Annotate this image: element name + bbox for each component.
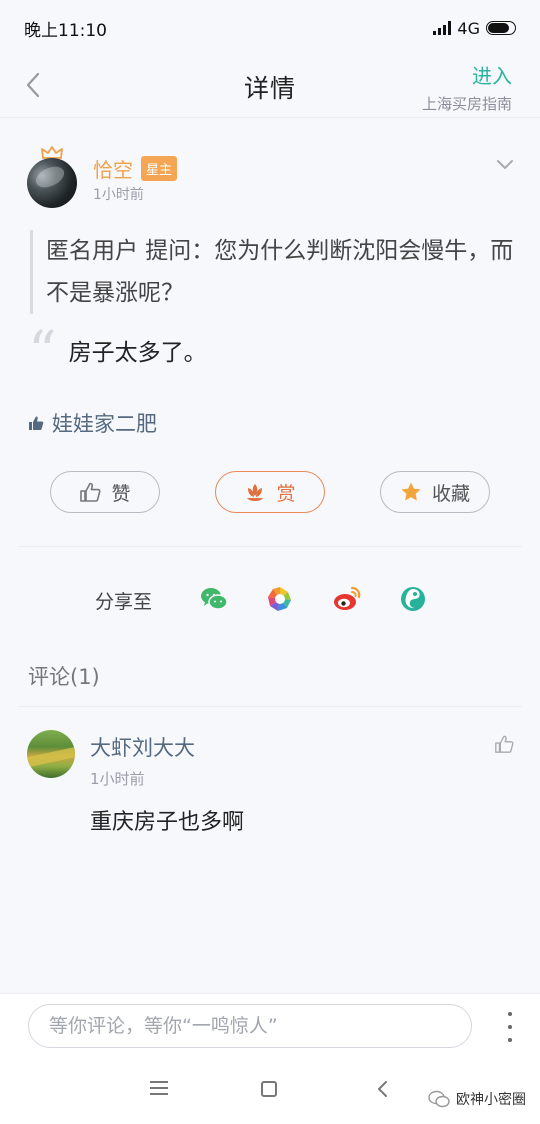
back-button[interactable] (18, 68, 48, 102)
home-icon[interactable] (261, 1081, 277, 1097)
moments-icon (268, 587, 291, 611)
favorite-button[interactable]: 收藏 (380, 471, 490, 513)
like-button[interactable]: 赞 (50, 471, 160, 513)
comment-text: 重庆房子也多啊 (90, 810, 245, 835)
wechat-icon (201, 588, 228, 610)
share-label: 分享至 (95, 591, 153, 613)
watermark-text: 欧神小密圈 (456, 1092, 526, 1108)
liker-row: 娃娃家二肥 (28, 408, 157, 438)
post-avatar-wrap[interactable] (27, 146, 77, 210)
comment-username[interactable]: 大虾刘大大 (90, 732, 195, 762)
liker-name[interactable]: 娃娃家二肥 (52, 408, 157, 438)
star-owner-badge: 星主 (141, 156, 178, 181)
quote-icon: “ (28, 320, 57, 385)
weibo-icon (334, 586, 361, 610)
reward-button-label: 赏 (276, 483, 296, 505)
enter-link[interactable]: 进入 (422, 60, 512, 89)
battery-icon (486, 21, 516, 35)
qzone-share-button[interactable] (398, 584, 428, 614)
avatar[interactable] (27, 158, 77, 208)
share-row: 分享至 (0, 580, 540, 620)
status-indicators: 4G (433, 19, 516, 38)
favorite-button-label: 收藏 (431, 483, 470, 505)
comment-input-bar (0, 993, 540, 1059)
page-title: 详情 (243, 73, 296, 103)
divider (18, 706, 522, 707)
like-button-label: 赞 (111, 483, 131, 505)
channel-name[interactable]: 上海买房指南 (422, 93, 512, 114)
menu-icon[interactable] (150, 1081, 168, 1095)
star-icon (401, 482, 421, 501)
share-circle-icon (401, 587, 425, 611)
comment-time: 1小时前 (90, 770, 145, 788)
wechat-watermark-icon (428, 1090, 450, 1108)
thumbs-up-icon (80, 482, 101, 502)
signal-icon (433, 21, 452, 35)
network-type: 4G (457, 18, 480, 38)
post-time: 1小时前 (93, 187, 144, 203)
answer-text: 房子太多了。 (68, 340, 207, 366)
thumbs-up-icon (495, 735, 514, 753)
moments-share-button[interactable] (265, 584, 295, 614)
question-text: 匿名用户 提问：您为什么判断沈阳会慢牛，而不是暴涨呢？ (30, 230, 516, 314)
status-time: 晚上11:10 (24, 20, 107, 41)
chevron-left-icon (26, 72, 40, 98)
comment-like-button[interactable] (494, 734, 514, 758)
more-vertical-icon[interactable] (506, 1012, 514, 1042)
comments-heading: 评论(1) (28, 665, 100, 689)
header: 详情 进入 上海买房指南 (0, 56, 540, 118)
status-bar: 晚上11:10 4G (0, 0, 540, 56)
thumbs-up-icon (29, 416, 44, 430)
weibo-share-button[interactable] (332, 584, 362, 614)
answer-row: “ 房子太多了。 (28, 320, 207, 385)
battery-level (488, 23, 509, 33)
reward-button[interactable]: 赏 (215, 471, 325, 513)
divider (18, 546, 522, 547)
system-nav-bar: 欧神小密圈 (0, 1059, 540, 1124)
post-username[interactable]: 恰空 (93, 154, 133, 183)
post-options-button[interactable] (496, 156, 514, 175)
post-user-line: 恰空 星主 (93, 154, 178, 183)
watermark: 欧神小密圈 (428, 1089, 526, 1109)
comment-input[interactable] (28, 1004, 472, 1048)
wechat-share-button[interactable] (199, 584, 229, 614)
channel-link[interactable]: 进入 上海买房指南 (422, 60, 512, 114)
back-icon[interactable] (376, 1080, 388, 1102)
avatar[interactable] (27, 730, 75, 778)
lotus-icon (247, 484, 264, 501)
chevron-down-icon (497, 160, 513, 169)
